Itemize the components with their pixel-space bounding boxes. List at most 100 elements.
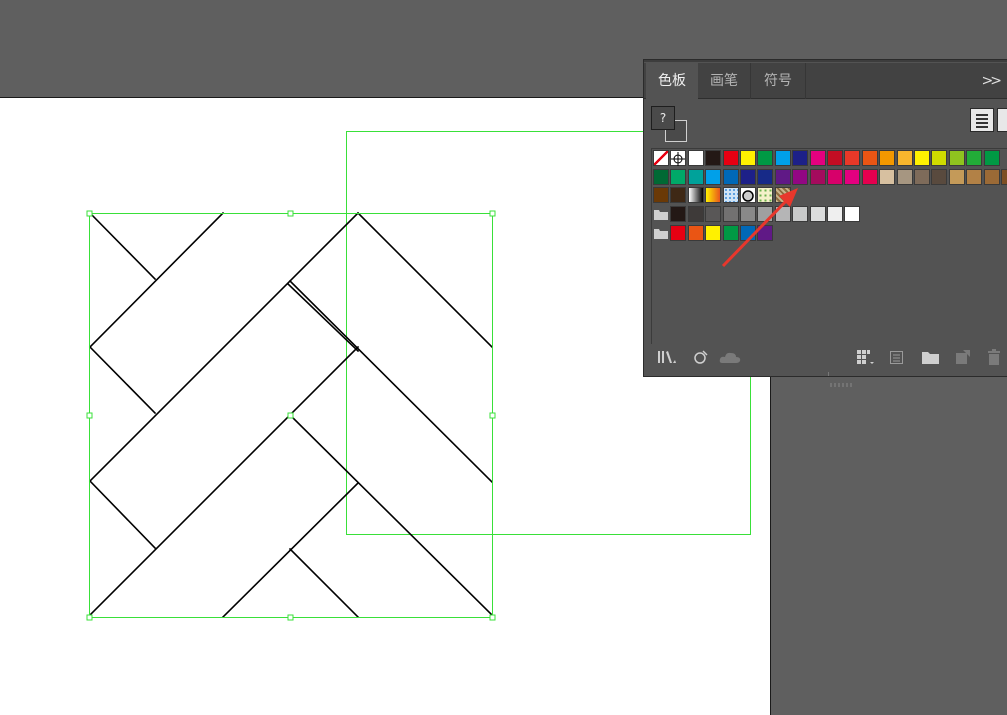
- handle-center[interactable]: [287, 412, 294, 419]
- tab-swatches[interactable]: 色板: [646, 63, 698, 100]
- color-swatch[interactable]: [740, 150, 756, 166]
- color-swatch[interactable]: [809, 168, 826, 185]
- handle-bottom-center[interactable]: [287, 614, 294, 621]
- color-swatch[interactable]: [827, 150, 843, 166]
- list-view-icon: [976, 114, 988, 128]
- color-swatch[interactable]: [774, 168, 791, 185]
- fill-stroke-indicator[interactable]: ?: [651, 106, 691, 146]
- handle-top-right[interactable]: [489, 210, 496, 217]
- swatch-gradient-orange[interactable]: [705, 187, 722, 204]
- swatch-gradient-bw[interactable]: [687, 187, 704, 204]
- handle-bottom-right[interactable]: [489, 614, 496, 621]
- color-swatch[interactable]: [740, 224, 756, 241]
- color-swatch[interactable]: [757, 206, 774, 223]
- color-swatch[interactable]: [740, 168, 756, 185]
- color-swatch[interactable]: [757, 168, 774, 185]
- color-swatch[interactable]: [774, 150, 791, 166]
- handle-bottom-left[interactable]: [86, 614, 93, 621]
- color-swatch[interactable]: [774, 206, 791, 223]
- panel-tabbar: 色板 画笔 符号 >>: [644, 63, 1007, 100]
- tab-brushes[interactable]: 画笔: [698, 63, 751, 99]
- color-swatch[interactable]: [896, 168, 913, 185]
- color-swatch[interactable]: [948, 168, 965, 185]
- color-swatch[interactable]: [722, 224, 739, 241]
- color-swatch[interactable]: [809, 150, 826, 166]
- color-swatch[interactable]: [844, 150, 861, 166]
- color-swatch[interactable]: [792, 206, 809, 223]
- color-swatch[interactable]: [844, 168, 861, 185]
- color-swatch[interactable]: [1001, 168, 1007, 185]
- color-swatch[interactable]: [687, 224, 704, 241]
- swatch-registration[interactable]: [670, 150, 687, 166]
- swatch-pattern-circle[interactable]: [740, 187, 756, 204]
- color-swatch[interactable]: [687, 168, 704, 185]
- panel-resize-grip[interactable]: [828, 372, 855, 387]
- swatch-pattern-dots[interactable]: [722, 187, 739, 204]
- color-swatch[interactable]: [705, 168, 722, 185]
- panel-footer: [644, 344, 1007, 372]
- color-group-folder-icon[interactable]: [654, 228, 669, 240]
- handle-top-center[interactable]: [287, 210, 294, 217]
- color-swatch[interactable]: [931, 150, 948, 166]
- handle-top-left[interactable]: [86, 210, 93, 217]
- library-icon[interactable]: [656, 348, 678, 366]
- tab-symbols[interactable]: 符号: [751, 63, 806, 99]
- panel-grip-bar[interactable]: [644, 60, 1007, 62]
- new-color-group-icon[interactable]: [888, 348, 906, 366]
- thumbnail-view-button[interactable]: [997, 108, 1007, 132]
- new-swatch-icon[interactable]: [954, 348, 972, 366]
- delete-swatch-icon[interactable]: [985, 348, 1003, 366]
- color-swatch[interactable]: [757, 224, 774, 241]
- list-view-button[interactable]: [970, 108, 994, 132]
- swatch-kind-icon[interactable]: [692, 348, 710, 366]
- color-swatch[interactable]: [844, 206, 861, 223]
- swatch-pattern-tile[interactable]: [774, 187, 791, 204]
- color-swatch[interactable]: [653, 187, 669, 204]
- color-swatch[interactable]: [983, 150, 1000, 166]
- color-swatch[interactable]: [896, 150, 913, 166]
- color-swatch[interactable]: [809, 206, 826, 223]
- color-swatch[interactable]: [687, 150, 704, 166]
- color-swatch[interactable]: [722, 150, 739, 166]
- color-swatch[interactable]: [705, 206, 722, 223]
- color-swatch[interactable]: [827, 168, 843, 185]
- color-swatch[interactable]: [879, 150, 896, 166]
- color-swatch[interactable]: [705, 150, 722, 166]
- color-swatch[interactable]: [792, 168, 809, 185]
- swatch-pattern-leaf[interactable]: [757, 187, 774, 204]
- handle-middle-right[interactable]: [489, 412, 496, 419]
- color-swatch[interactable]: [740, 206, 756, 223]
- color-swatch[interactable]: [861, 150, 878, 166]
- color-swatch[interactable]: [966, 168, 983, 185]
- handle-middle-left[interactable]: [86, 412, 93, 419]
- color-swatch[interactable]: [722, 168, 739, 185]
- color-swatch[interactable]: [948, 150, 965, 166]
- color-swatch[interactable]: [670, 224, 687, 241]
- color-swatch[interactable]: [722, 206, 739, 223]
- color-swatch[interactable]: [670, 187, 687, 204]
- color-swatch[interactable]: [914, 168, 930, 185]
- color-swatch[interactable]: [792, 150, 809, 166]
- color-swatch[interactable]: [983, 168, 1000, 185]
- color-swatch[interactable]: [966, 150, 983, 166]
- color-swatch[interactable]: [757, 150, 774, 166]
- swatch-none[interactable]: [653, 150, 669, 166]
- color-swatch[interactable]: [861, 168, 878, 185]
- color-swatch[interactable]: [879, 168, 896, 185]
- color-swatch[interactable]: [914, 150, 930, 166]
- color-swatch[interactable]: [653, 168, 669, 185]
- cloud-icon[interactable]: [718, 348, 744, 366]
- color-swatch[interactable]: [670, 168, 687, 185]
- color-swatch[interactable]: [687, 206, 704, 223]
- swatch-grid: [651, 148, 1007, 344]
- fill-swatch[interactable]: ?: [651, 106, 675, 130]
- color-swatch[interactable]: [670, 206, 687, 223]
- collapse-panel-button[interactable]: >>: [982, 63, 1003, 99]
- folder-icon[interactable]: [921, 348, 941, 366]
- color-group-folder-icon[interactable]: [654, 209, 669, 221]
- color-swatch[interactable]: [705, 224, 722, 241]
- color-swatch[interactable]: [827, 206, 843, 223]
- swatches-panel: 色板 画笔 符号 >> ?: [643, 59, 1007, 387]
- color-swatch[interactable]: [931, 168, 948, 185]
- swatch-options-icon[interactable]: [855, 348, 877, 366]
